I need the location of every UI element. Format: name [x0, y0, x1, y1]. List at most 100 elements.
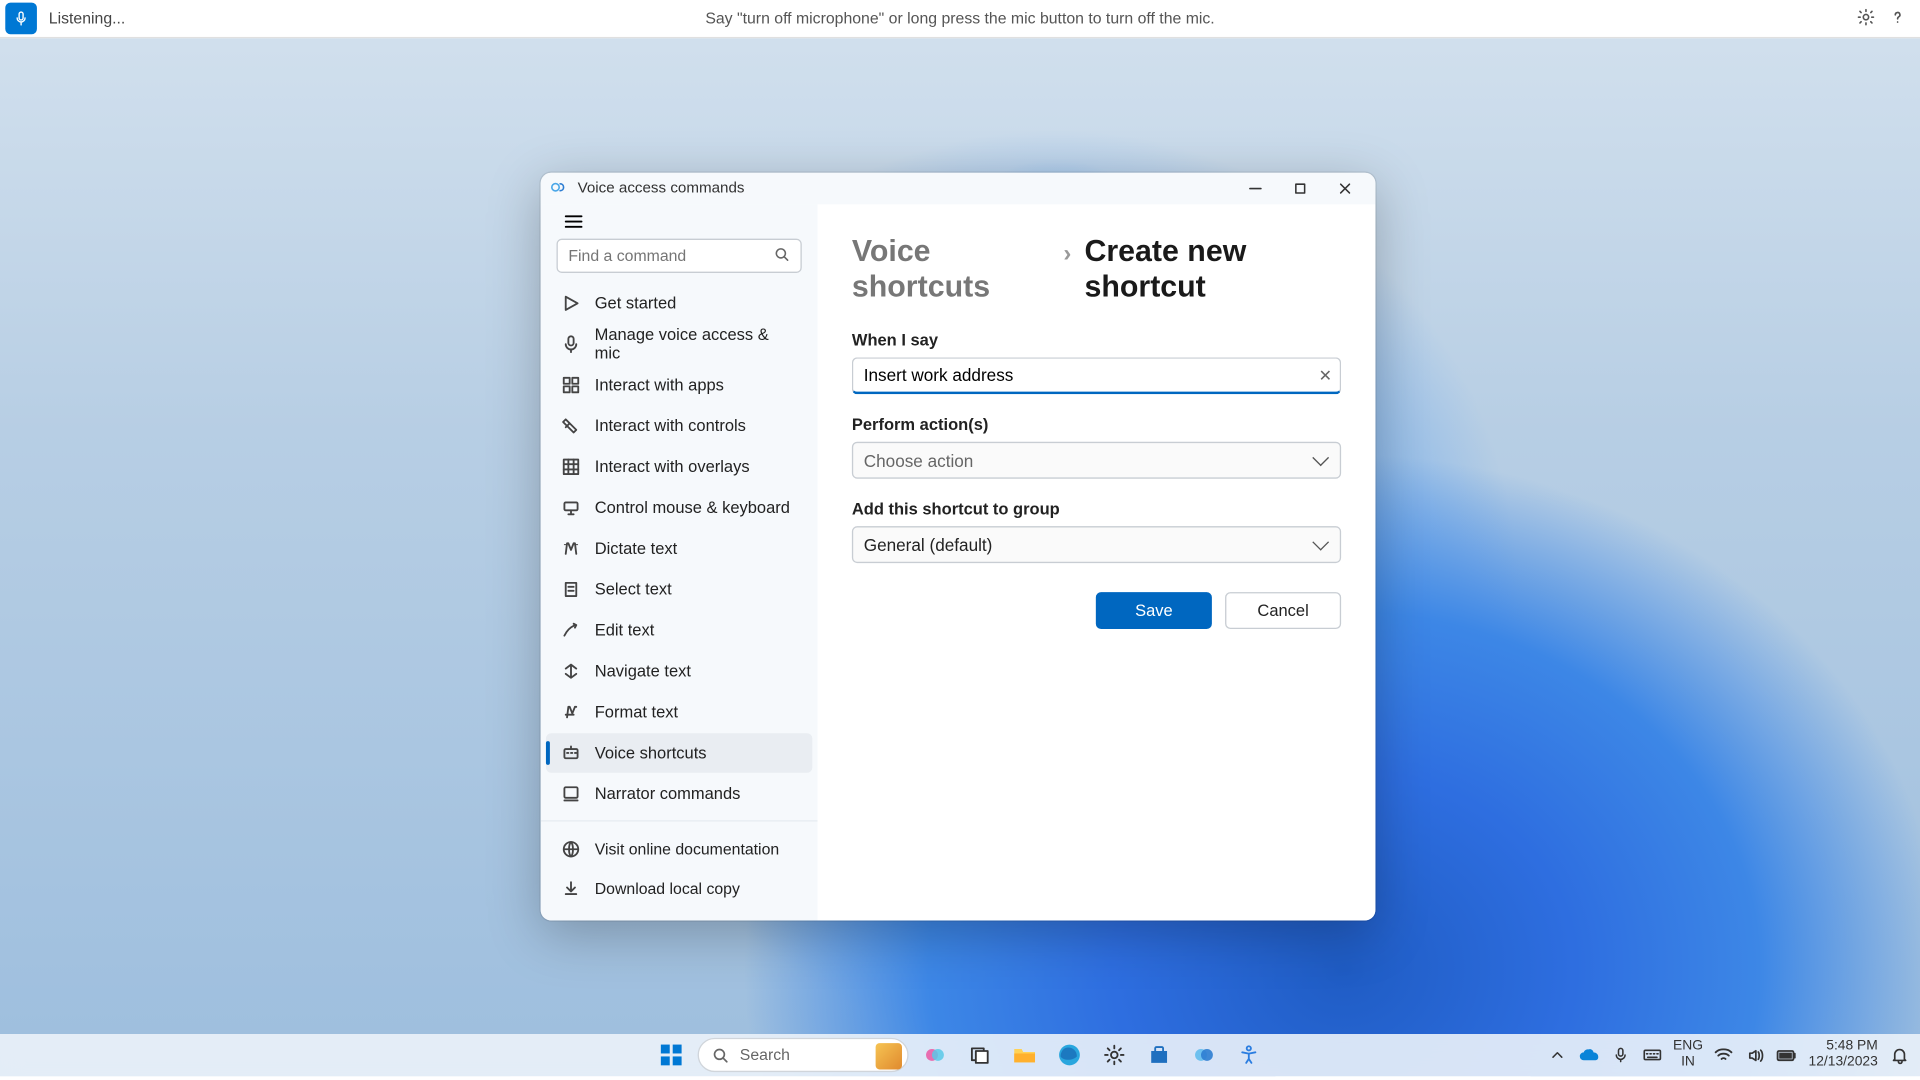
window-titlebar[interactable]: Voice access commands [541, 173, 1376, 205]
footer-item-download-local-copy[interactable]: Download local copy [546, 869, 812, 909]
nav-icon [560, 497, 581, 518]
phrase-field[interactable]: ✕ [852, 357, 1341, 394]
taskbar[interactable]: Search ENGIN 5:48 PM12/13/2023 [0, 1034, 1920, 1076]
sidebar-item-dictate-text[interactable]: Dictate text [546, 529, 812, 569]
wifi-icon[interactable] [1714, 1044, 1735, 1065]
group-value: General (default) [864, 535, 993, 555]
sidebar-item-select-text[interactable]: Select text [546, 570, 812, 610]
window-title: Voice access commands [578, 181, 745, 197]
clear-icon[interactable]: ✕ [1319, 366, 1332, 384]
sidebar-item-voice-shortcuts[interactable]: Voice shortcuts [546, 733, 812, 773]
choose-group-dropdown[interactable]: General (default) [852, 526, 1341, 563]
language-indicator[interactable]: ENGIN [1673, 1040, 1703, 1070]
nav-icon [560, 334, 581, 355]
sidebar-item-label: Edit text [595, 621, 655, 639]
sidebar-item-label: Dictate text [595, 539, 677, 557]
breadcrumb: Voice shortcuts › Create new shortcut [852, 233, 1341, 304]
mic-tray-icon[interactable] [1610, 1044, 1631, 1065]
accessibility-icon[interactable] [1230, 1036, 1267, 1073]
sidebar-item-label: Manage voice access & mic [595, 326, 798, 363]
taskbar-search[interactable]: Search [698, 1038, 909, 1072]
footer-icon [560, 839, 581, 860]
topbar-hint: Say "turn off microphone" or long press … [705, 9, 1214, 27]
file-explorer-icon[interactable] [1006, 1036, 1043, 1073]
sidebar-item-interact-with-controls[interactable]: Interact with controls [546, 406, 812, 446]
sidebar-item-narrator-commands[interactable]: Narrator commands [546, 774, 812, 814]
close-button[interactable] [1323, 173, 1368, 205]
notifications-icon[interactable] [1888, 1044, 1909, 1065]
command-search[interactable] [556, 239, 801, 273]
sidebar-item-label: Select text [595, 580, 672, 598]
search-icon [774, 246, 790, 266]
sidebar-item-label: Control mouse & keyboard [595, 498, 790, 516]
voice-access-topbar: Listening... Say "turn off microphone" o… [0, 0, 1920, 38]
hamburger-button[interactable] [553, 212, 595, 230]
start-button[interactable] [653, 1036, 690, 1073]
sidebar-item-interact-with-apps[interactable]: Interact with apps [546, 365, 812, 405]
onedrive-icon[interactable] [1578, 1044, 1599, 1065]
app-icon [549, 178, 570, 199]
sidebar-item-navigate-text[interactable]: Navigate text [546, 651, 812, 691]
nav-icon [560, 375, 581, 396]
phrase-label: When I say [852, 331, 1341, 349]
breadcrumb-current: Create new shortcut [1084, 233, 1341, 304]
sidebar-item-interact-with-overlays[interactable]: Interact with overlays [546, 447, 812, 487]
sidebar-item-label: Interact with controls [595, 417, 746, 435]
sidebar-item-label: Navigate text [595, 662, 691, 680]
nav-icon [560, 415, 581, 436]
voice-access-commands-window: Voice access commands Get startedMana [541, 173, 1376, 921]
sidebar-item-label: Narrator commands [595, 785, 741, 803]
sidebar-item-label: Interact with apps [595, 376, 724, 394]
taskbar-search-placeholder: Search [740, 1046, 790, 1064]
choose-action-dropdown[interactable]: Choose action [852, 442, 1341, 479]
voice-access-taskbar-icon[interactable] [1186, 1036, 1223, 1073]
sidebar-item-label: Get started [595, 294, 677, 312]
edge-icon[interactable] [1051, 1036, 1088, 1073]
sidebar-item-get-started[interactable]: Get started [546, 284, 812, 324]
settings-icon[interactable] [1857, 7, 1875, 29]
battery-icon[interactable] [1777, 1044, 1798, 1065]
store-icon[interactable] [1141, 1036, 1178, 1073]
breadcrumb-parent[interactable]: Voice shortcuts [852, 233, 1050, 304]
sidebar-item-label: Voice shortcuts [595, 744, 707, 762]
phrase-input[interactable] [864, 365, 1303, 385]
nav-icon [560, 579, 581, 600]
sidebar-item-manage-voice-access-mic[interactable]: Manage voice access & mic [546, 324, 812, 364]
volume-icon[interactable] [1745, 1044, 1766, 1065]
listening-status: Listening... [49, 9, 126, 27]
nav-icon [560, 702, 581, 723]
sidebar-item-format-text[interactable]: Format text [546, 692, 812, 732]
sidebar-item-label: Interact with overlays [595, 458, 750, 476]
keyboard-tray-icon[interactable] [1641, 1044, 1662, 1065]
footer-icon [560, 878, 581, 899]
action-value: Choose action [864, 450, 974, 470]
clock[interactable]: 5:48 PM12/13/2023 [1809, 1040, 1878, 1070]
group-label: Add this shortcut to group [852, 500, 1341, 518]
footer-item-visit-online-documentation[interactable]: Visit online documentation [546, 829, 812, 869]
copilot-icon[interactable] [916, 1036, 953, 1073]
save-button[interactable]: Save [1096, 592, 1212, 629]
task-view-icon[interactable] [961, 1036, 998, 1073]
footer-item-label: Download local copy [595, 880, 740, 898]
chevron-right-icon: › [1063, 240, 1071, 268]
settings-taskbar-icon[interactable] [1096, 1036, 1133, 1073]
nav-icon [560, 456, 581, 477]
content-pane: Voice shortcuts › Create new shortcut Wh… [818, 204, 1376, 920]
nav-icon [560, 620, 581, 641]
search-highlight-icon [876, 1043, 902, 1069]
sidebar-item-control-mouse-keyboard[interactable]: Control mouse & keyboard [546, 488, 812, 528]
tray-chevron-icon[interactable] [1546, 1044, 1567, 1065]
command-search-input[interactable] [568, 247, 774, 265]
minimize-button[interactable] [1233, 173, 1278, 205]
maximize-button[interactable] [1278, 173, 1323, 205]
nav-icon [560, 293, 581, 314]
cancel-button[interactable]: Cancel [1225, 592, 1341, 629]
microphone-button[interactable] [5, 3, 37, 35]
actions-label: Perform action(s) [852, 415, 1341, 433]
nav-icon [560, 783, 581, 804]
footer-item-label: Visit online documentation [595, 840, 779, 858]
nav-icon [560, 742, 581, 763]
nav-icon [560, 538, 581, 559]
help-icon[interactable] [1888, 7, 1906, 29]
sidebar-item-edit-text[interactable]: Edit text [546, 611, 812, 651]
